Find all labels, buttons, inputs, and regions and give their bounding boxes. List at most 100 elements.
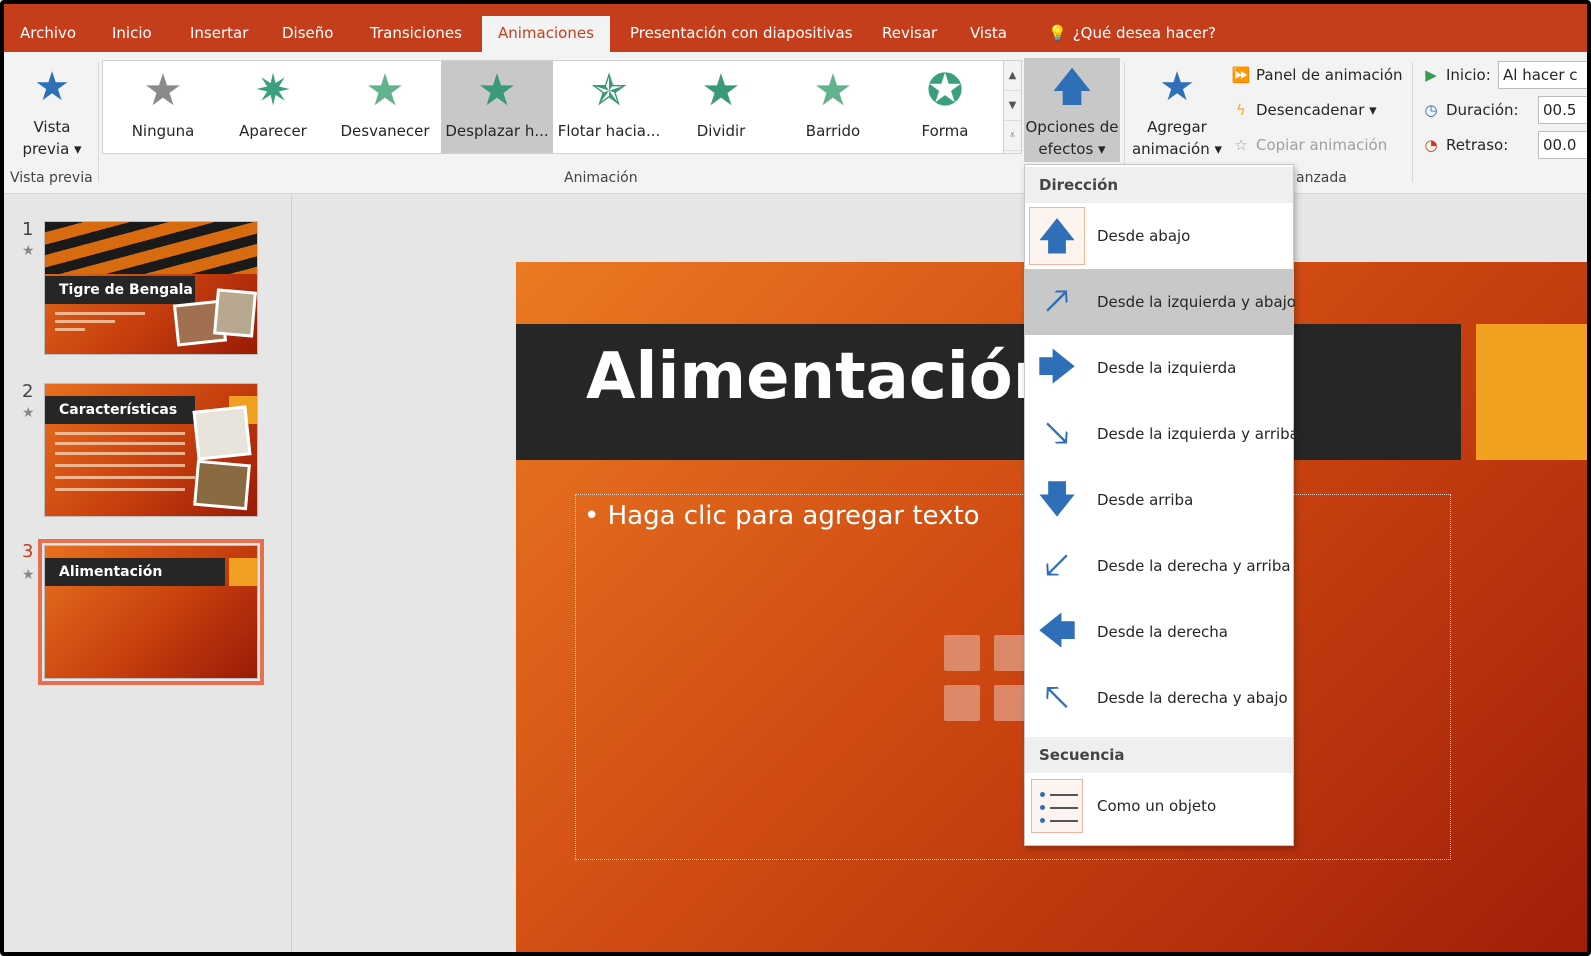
group-label-advanced: anzada — [1296, 170, 1347, 186]
tab-animaciones[interactable]: Animaciones — [482, 16, 610, 52]
menu-header-sequence: Secuencia — [1025, 737, 1293, 773]
group-label-animation: Animación — [564, 170, 638, 186]
gallery-label: Flotar hacia... — [557, 122, 661, 140]
preview-button[interactable]: ★ Vista previa ▾ — [10, 58, 94, 162]
duration-label-row: ◷ Duración: — [1420, 97, 1518, 123]
add-star-icon: ★ — [1159, 64, 1195, 110]
menu-item-desde-izquierda-arriba[interactable]: 🡖 Desde la izquierda y arriba — [1025, 401, 1298, 467]
menu-item-desde-arriba[interactable]: 🡇 Desde arriba — [1025, 467, 1293, 533]
none-star-icon: ★ — [143, 65, 183, 116]
arrow-down-icon: 🡇 — [1037, 477, 1077, 521]
gallery-item-ninguna[interactable]: ★ Ninguna — [107, 61, 219, 153]
start-select[interactable]: Al hacer c — [1498, 61, 1587, 89]
menu-item-desde-izquierda-abajo[interactable]: 🡕 Desde la izquierda y abajo — [1025, 269, 1296, 335]
tell-me-text: ¿Qué desea hacer? — [1072, 24, 1217, 42]
animation-pane-label: Panel de animación — [1256, 66, 1403, 84]
appear-star-icon: ✷ — [254, 65, 292, 116]
tiger-photo-image — [193, 459, 251, 511]
duration-field[interactable]: 00.5 — [1538, 96, 1587, 124]
menu-item-desde-derecha-abajo[interactable]: 🡔 Desde la derecha y abajo — [1025, 665, 1293, 731]
shape-star-icon: ✪ — [926, 65, 964, 116]
play-icon: ▶ — [1425, 66, 1437, 84]
tab-transiciones[interactable]: Transiciones — [366, 18, 466, 52]
thumb-text-line — [55, 442, 185, 445]
gallery-item-desvanecer[interactable]: ★ Desvanecer — [329, 61, 441, 153]
thumb-text-line — [55, 320, 115, 323]
tell-me-box[interactable]: 💡 ¿Qué desea hacer? — [1044, 18, 1220, 52]
animation-star-icon: ★ — [22, 405, 35, 421]
gallery-item-dividir[interactable]: ★ Dividir — [665, 61, 777, 153]
menu-item-label: Desde la derecha y abajo — [1097, 689, 1288, 707]
menu-item-desde-derecha[interactable]: 🡄 Desde la derecha — [1025, 599, 1293, 665]
delay-clock-icon: ◔ — [1424, 136, 1438, 154]
thumb-text-line — [55, 312, 145, 315]
content-placeholder[interactable]: • Haga clic para agregar texto — [575, 494, 1451, 860]
menu-item-desde-derecha-arriba[interactable]: 🡗 Desde la derecha y arriba — [1025, 533, 1293, 599]
slide-thumbnail-1[interactable]: Tigre de Bengala — [44, 221, 258, 355]
slide-thumbnail-2[interactable]: Características — [44, 383, 258, 517]
gallery-scroll-up-icon[interactable]: ▲ — [1004, 61, 1021, 91]
start-label: Inicio: — [1446, 66, 1491, 84]
insert-picture-icon[interactable] — [944, 685, 980, 721]
tab-presentacion[interactable]: Presentación con diapositivas — [626, 18, 857, 52]
tab-diseno[interactable]: Diseño — [278, 18, 337, 52]
thumb-text-line — [55, 432, 185, 435]
arrow-right-icon: 🡆 — [1037, 345, 1077, 389]
tab-revisar[interactable]: Revisar — [878, 18, 941, 52]
ribbon: ★ Vista previa ▾ Vista previa ★ Ninguna … — [4, 52, 1587, 194]
thumb-text-line — [55, 488, 185, 491]
lightbulb-icon: 💡 — [1048, 24, 1067, 42]
gallery-label: Forma — [921, 122, 969, 140]
thumb-title: Tigre de Bengala — [45, 276, 195, 304]
lightning-icon: ϟ — [1236, 101, 1246, 119]
ribbon-separator — [98, 62, 99, 182]
animation-pane-icon: ⏩ — [1231, 66, 1251, 84]
gallery-item-barrido[interactable]: ★ Barrido — [777, 61, 889, 153]
gallery-scroll-down-icon[interactable]: ▼ — [1004, 91, 1021, 121]
insert-table-icon[interactable] — [944, 635, 980, 671]
gallery-label: Barrido — [805, 122, 861, 140]
menu-item-label: Desde la derecha — [1097, 623, 1229, 641]
menu-item-desde-abajo[interactable]: 🡅 Desde abajo — [1025, 203, 1293, 269]
gallery-label: Dividir — [696, 122, 746, 140]
gallery-scroll: ▲ ▼ ⩡ — [1003, 61, 1021, 153]
effect-options-label-2: efectos ▾ — [1038, 140, 1106, 158]
menu-item-desde-izquierda[interactable]: 🡆 Desde la izquierda — [1025, 335, 1293, 401]
tab-inicio[interactable]: Inicio — [108, 18, 156, 52]
trigger-button[interactable]: ϟ Desencadenar ▾ — [1230, 97, 1377, 123]
gallery-item-desplazar[interactable]: ★ Desplazar h... — [441, 61, 553, 153]
arrow-down-left-icon: 🡗 — [1044, 543, 1070, 587]
delay-field[interactable]: 00.0 — [1538, 131, 1587, 159]
copy-animation-button[interactable]: ☆ Copiar animación — [1230, 132, 1387, 158]
add-animation-button[interactable]: ★ Agregar animación ▾ — [1130, 58, 1224, 162]
add-animation-label-2: animación ▾ — [1131, 140, 1223, 158]
gallery-item-aparecer[interactable]: ✷ Aparecer — [217, 61, 329, 153]
effect-options-button[interactable]: 🡅 Opciones de efectos ▾ — [1024, 58, 1120, 162]
menu-item-label: Desde la izquierda y arriba — [1097, 425, 1299, 443]
list-icon — [1031, 779, 1083, 833]
gallery-item-forma[interactable]: ✪ Forma — [889, 61, 1001, 153]
gallery-item-flotar[interactable]: ✯ Flotar hacia... — [553, 61, 665, 153]
animation-star-icon: ★ — [22, 567, 35, 583]
tab-vista[interactable]: Vista — [966, 18, 1011, 52]
tab-insertar[interactable]: Insertar — [186, 18, 252, 52]
gallery-more-icon[interactable]: ⩡ — [1004, 121, 1021, 151]
thumb-title: Características — [45, 396, 195, 424]
thumb-text-line — [55, 328, 85, 331]
animation-pane-button[interactable]: ⏩ Panel de animación — [1230, 62, 1403, 88]
copy-star-icon: ☆ — [1234, 136, 1248, 154]
group-label-preview: Vista previa — [10, 170, 93, 186]
clock-icon: ◷ — [1424, 101, 1438, 119]
menu-item-como-un-objeto[interactable]: Como un objeto — [1025, 773, 1293, 839]
menu-item-label: Como un objeto — [1097, 797, 1217, 815]
powerpoint-window: Archivo Inicio Insertar Diseño Transicio… — [0, 0, 1591, 956]
preview-star-icon: ★ — [34, 64, 70, 110]
trigger-label: Desencadenar ▾ — [1256, 101, 1377, 119]
slide-number: 3 — [22, 541, 34, 562]
preview-label-1: Vista — [33, 118, 71, 136]
tab-archivo[interactable]: Archivo — [16, 18, 80, 52]
slide-thumbnail-3[interactable]: Alimentación — [38, 539, 264, 685]
slide-title[interactable]: Alimentación — [586, 340, 1058, 414]
fade-star-icon: ★ — [365, 65, 405, 116]
arrow-up-icon: 🡅 — [1029, 207, 1085, 265]
